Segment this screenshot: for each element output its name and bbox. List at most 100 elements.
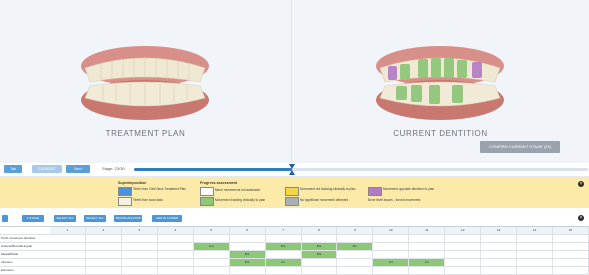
column-header[interactable]: 12 [445,227,482,234]
table-cell[interactable] [445,243,482,250]
table-cell[interactable] [553,243,589,250]
table-cell[interactable] [409,267,446,274]
table-cell[interactable]: Lmj [193,243,230,250]
table-cell[interactable] [481,259,518,266]
table-cell[interactable] [122,259,158,266]
column-header[interactable]: 7 [265,227,302,234]
table-cell[interactable] [194,235,230,242]
column-header[interactable]: 14 [517,227,554,234]
table-cell[interactable] [409,251,446,258]
stage-slider-thumb-top[interactable] [289,164,295,169]
stage-slider-thumb-bottom[interactable] [289,170,295,175]
table-cell[interactable] [302,267,338,274]
column-header[interactable]: 11 [409,227,446,234]
table-cell[interactable] [373,243,410,250]
table-cell[interactable] [50,235,86,242]
table-cell[interactable] [481,251,518,258]
table-cell[interactable] [50,259,86,266]
treatment-plan-pane[interactable]: TREATMENT PLAN [0,0,291,163]
table-cell[interactable] [158,243,194,250]
stage-slider[interactable] [134,164,588,175]
column-header[interactable]: 4 [157,227,194,234]
column-header[interactable]: 9 [337,227,374,234]
table-cell[interactable] [158,251,194,258]
table-cell[interactable] [373,251,410,258]
table-cell[interactable] [337,235,374,242]
column-header[interactable]: 5 [193,227,230,234]
table-cell[interactable] [158,235,194,242]
confirm-current-stage-button[interactable]: CONFIRM CURRENT STAGE (23) [480,141,560,153]
next-button[interactable]: Next [66,165,90,173]
table-cell[interactable] [266,251,302,258]
table-cell[interactable] [337,259,374,266]
table-cell[interactable] [445,259,482,266]
toolbar-close-icon[interactable]: × [578,215,584,221]
column-header[interactable]: 2 [85,227,122,234]
table-cell[interactable] [230,235,266,242]
table-cell[interactable]: Bnt [301,243,338,250]
table-cell[interactable] [337,267,374,274]
table-cell[interactable] [517,235,554,242]
table-cell[interactable] [122,267,158,274]
table-cell[interactable]: Crt [409,259,446,266]
table-cell[interactable] [86,267,122,274]
table-cell[interactable] [517,259,554,266]
toolbar-button[interactable]: TRANSLATE ROW [114,215,142,222]
toolbar-button[interactable]: ADD IN LOWER [152,215,182,222]
current-button[interactable]: CURRENT [32,165,62,173]
table-cell[interactable] [86,259,122,266]
table-cell[interactable] [230,243,266,250]
table-cell[interactable] [50,251,86,258]
table-cell[interactable] [86,235,122,242]
table-cell[interactable]: Crt [373,259,410,266]
table-cell[interactable] [122,243,158,250]
table-cell[interactable] [553,259,589,266]
table-cell[interactable] [230,267,266,274]
table-cell[interactable]: Bnt [301,251,338,258]
column-header[interactable]: 8 [301,227,338,234]
table-cell[interactable]: Bnt [337,243,374,250]
column-header[interactable]: 3 [121,227,158,234]
legend-close-icon[interactable]: × [578,181,584,187]
table-cell[interactable] [517,251,554,258]
table-cell[interactable] [409,235,446,242]
table-cell[interactable] [409,243,446,250]
table-cell[interactable]: Crt [265,259,302,266]
table-cell[interactable] [553,267,589,274]
table-cell[interactable] [86,243,122,250]
column-header[interactable]: 10 [373,227,410,234]
table-cell[interactable]: Bnt [229,251,266,258]
current-dentition-pane[interactable]: CURRENT DENTITION [292,0,589,163]
table-cell[interactable] [194,259,230,266]
table-cell[interactable]: Bnt [229,259,266,266]
table-cell[interactable] [122,235,158,242]
column-header[interactable]: 15 [553,227,589,234]
tab-button[interactable]: Tab [4,165,22,173]
column-header[interactable]: 13 [481,227,518,234]
table-cell[interactable] [122,251,158,258]
table-cell[interactable] [481,235,518,242]
table-cell[interactable] [50,243,86,250]
toolbar-button[interactable]: SELECT ALL [84,215,106,222]
table-cell[interactable] [158,259,194,266]
table-cell[interactable] [302,235,338,242]
table-cell[interactable] [517,243,554,250]
table-cell[interactable] [266,267,302,274]
table-cell[interactable] [373,235,410,242]
table-cell[interactable] [337,251,374,258]
table-cell[interactable] [158,267,194,274]
table-cell[interactable] [481,267,518,274]
current-dentition-teeth-model[interactable] [292,38,589,128]
table-cell[interactable] [481,243,518,250]
table-cell[interactable] [50,267,86,274]
table-cell[interactable]: Bnt [265,243,302,250]
toolbar-toggle-button[interactable] [2,215,8,222]
table-cell[interactable] [194,251,230,258]
table-cell[interactable] [553,235,589,242]
column-header[interactable]: 1 [50,227,86,234]
toolbar-button[interactable]: SELECT ALL [54,215,76,222]
table-cell[interactable] [445,267,482,274]
table-cell[interactable] [302,259,338,266]
table-cell[interactable] [553,251,589,258]
column-header[interactable]: 6 [229,227,266,234]
